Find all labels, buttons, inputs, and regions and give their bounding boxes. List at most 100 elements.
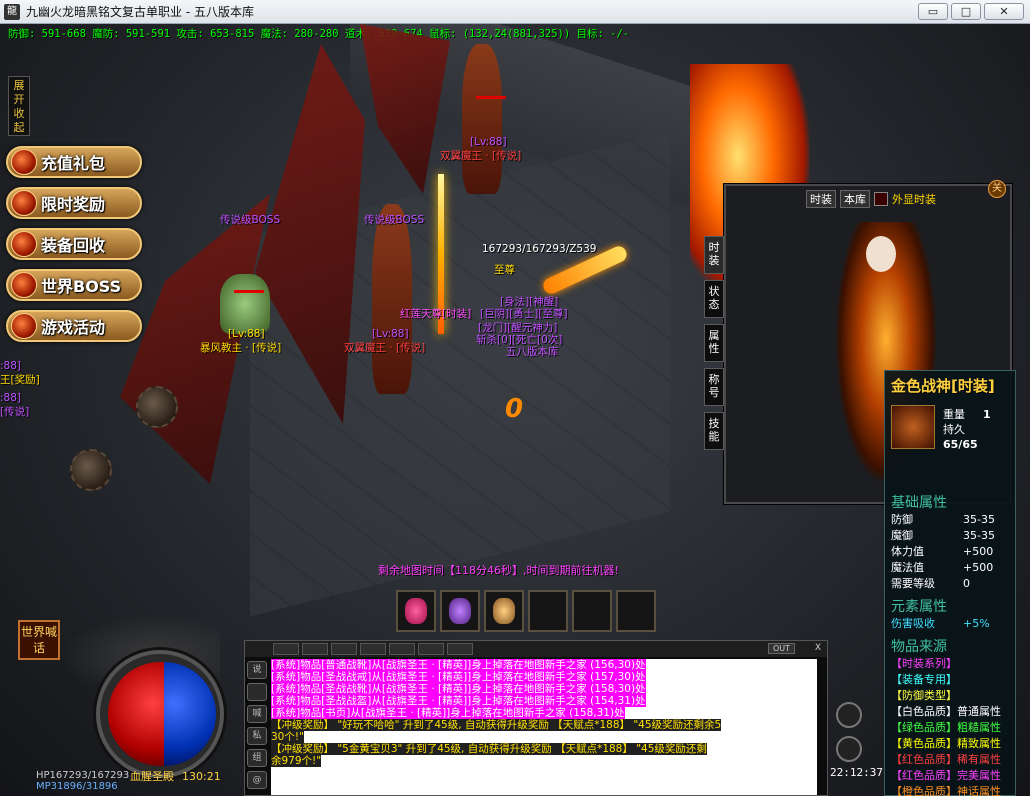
- quick-slot[interactable]: [616, 590, 656, 632]
- channel-at-button[interactable]: @: [247, 771, 267, 789]
- chat-tab[interactable]: [447, 643, 473, 655]
- menu-limited-reward[interactable]: 限时奖励: [6, 187, 142, 219]
- chat-out-button[interactable]: OUT: [767, 643, 795, 654]
- fire-orb-icon: [11, 149, 37, 175]
- channel-group-button[interactable]: 组: [247, 749, 267, 767]
- monster-name: 双翼魔王 · [传说]: [440, 150, 522, 162]
- window-titlebar: 龍 九幽火龙暗黑铭文复古单职业 - 五八版本库 ▭ □ ✕: [0, 0, 1030, 24]
- left-edge-label: :88]: [0, 392, 21, 404]
- boss-label: 传说级BOSS: [364, 214, 425, 226]
- player-tag: 五八版本库: [506, 346, 559, 358]
- close-button[interactable]: ✕: [984, 3, 1024, 20]
- menu-game-activity[interactable]: 游戏活动: [6, 310, 142, 342]
- fire-orb-icon: [11, 190, 37, 216]
- chat-line: 【冲级奖励】 "好玩不哈哈" 升到了45级, 自动获得升级奖励 【天赋点*188…: [271, 719, 817, 731]
- game-clock: 22:12:37: [830, 766, 883, 779]
- chat-line: [系统]物品[圣战战戒]从[战旗圣王 · [精英]]身上掉落在地图新手之家 (1…: [271, 671, 817, 683]
- side-menu-toggle[interactable]: 展开收起: [8, 76, 30, 136]
- fire-orb-icon: [11, 231, 37, 257]
- quick-slot[interactable]: [572, 590, 612, 632]
- storm-leader-monster[interactable]: [220, 274, 270, 334]
- player-title: 至尊: [494, 264, 515, 276]
- durability-label: 持久: [943, 423, 965, 436]
- channel-private-button[interactable]: 私: [247, 727, 267, 745]
- demon-monster[interactable]: [372, 204, 412, 394]
- menu-recharge-gift[interactable]: 充值礼包: [6, 146, 142, 178]
- chat-close-button[interactable]: X: [815, 643, 821, 653]
- mp-orb: [164, 662, 216, 766]
- quick-slot[interactable]: [396, 590, 436, 632]
- tab-skills[interactable]: 技能: [704, 412, 724, 450]
- channel-shout-button[interactable]: 喊: [247, 705, 267, 723]
- demon-wing: [360, 24, 450, 194]
- spike-mine[interactable]: [136, 386, 178, 428]
- fashion-button[interactable]: 时装: [806, 190, 836, 208]
- chat-tab[interactable]: [273, 643, 299, 655]
- helmet-icon[interactable]: [836, 702, 862, 728]
- spike-mine[interactable]: [70, 449, 112, 491]
- hp-mp-readout: HP167293/167293 MP31896/31896: [36, 770, 129, 792]
- panel-close-button[interactable]: 关: [988, 180, 1006, 198]
- chat-message: [系统]物品[书页]从[战旗圣王 · [精英]]身上掉落在地图新手之家 (158…: [271, 707, 625, 719]
- durability-value: 65/65: [943, 438, 978, 451]
- monster-level: [Lv:88]: [228, 328, 265, 340]
- chat-line: 余979个!": [271, 755, 817, 767]
- chat-tab[interactable]: [331, 643, 357, 655]
- chat-message: 余979个!": [271, 755, 322, 767]
- quick-slot[interactable]: [440, 590, 480, 632]
- quick-slot[interactable]: [484, 590, 524, 632]
- chat-log[interactable]: [系统]物品[普通战靴]从[战旗圣王 · [精英]]身上掉落在地图新手之家 (1…: [271, 659, 817, 795]
- monster-name: 双翼魔王 · [传说]: [344, 342, 426, 354]
- chat-message: [系统]物品[圣战战盔]从[战旗圣王 · [精英]]身上掉落在地图新手之家 (1…: [271, 695, 646, 707]
- minimize-button[interactable]: ▭: [918, 3, 948, 20]
- weight-label: 重量: [943, 408, 965, 421]
- demon-monster[interactable]: [462, 44, 502, 194]
- chat-message: 【冲级奖励】 "5金黄宝贝3" 升到了45级, 自动获得升级奖励 【天赋点*18…: [271, 743, 707, 755]
- maximize-button[interactable]: □: [951, 3, 981, 20]
- element-attr-title: 元素属性: [891, 599, 947, 615]
- item-icon: [891, 405, 935, 449]
- chat-tab[interactable]: [360, 643, 386, 655]
- stats-readout: 防御: 591-668 魔防: 591-591 攻击: 653-815 魔法: …: [8, 28, 630, 40]
- chat-panel: OUT X 说 喊 私 组 @ [系统]物品[普通战靴]从[战旗圣王 · [精英…: [244, 640, 828, 796]
- hp-orb: [108, 662, 164, 766]
- left-edge-label: :88]: [0, 360, 21, 372]
- scroll-icon: [493, 598, 515, 624]
- chat-tab[interactable]: [389, 643, 415, 655]
- tab-status[interactable]: 状态: [704, 280, 724, 318]
- chat-line: [系统]物品[圣战战靴]从[战旗圣王 · [精英]]身上掉落在地图新手之家 (1…: [271, 683, 817, 695]
- monster-level: [Lv:88]: [470, 136, 507, 148]
- game-viewport[interactable]: 防御: 591-668 魔防: 591-591 攻击: 653-815 魔法: …: [0, 24, 1030, 796]
- fire-orb-icon: [11, 313, 37, 339]
- tab-fashion[interactable]: 时装: [704, 236, 724, 274]
- show-fashion-checkbox[interactable]: [874, 192, 888, 206]
- chat-message: [系统]物品[普通战靴]从[战旗圣王 · [精英]]身上掉落在地图新手之家 (1…: [271, 659, 646, 671]
- library-button[interactable]: 本库: [840, 190, 870, 208]
- tab-titles[interactable]: 称号: [704, 368, 724, 406]
- chat-tab[interactable]: [418, 643, 444, 655]
- show-fashion-label: 外显时装: [892, 193, 936, 206]
- channel-button[interactable]: [247, 683, 267, 701]
- channel-say-button[interactable]: 说: [247, 661, 267, 679]
- window-title: 九幽火龙暗黑铭文复古单职业 - 五八版本库: [26, 5, 254, 19]
- ring-icon[interactable]: [836, 736, 862, 762]
- map-coordinates: 130:21: [182, 770, 221, 783]
- base-attr-title: 基础属性: [891, 495, 947, 511]
- chat-channel-buttons: 说 喊 私 组 @: [247, 661, 267, 789]
- tab-attributes[interactable]: 属性: [704, 324, 724, 362]
- world-shout-button[interactable]: 世界喊话: [18, 620, 60, 660]
- chat-tab[interactable]: [302, 643, 328, 655]
- hp-mp-orb: [96, 650, 224, 778]
- player-hp-label: 167293/167293/Z539: [482, 243, 597, 255]
- left-menu: 充值礼包 限时奖励 装备回收 世界BOSS 游戏活动: [6, 146, 142, 342]
- boss-label: 传说级BOSS: [220, 214, 281, 226]
- monster-hp-bar: [476, 96, 506, 99]
- quick-slot[interactable]: [528, 590, 568, 632]
- map-time-notice: 剩余地图时间【118分46秒】,时间到期前往机器!: [378, 564, 619, 577]
- monster-level: [Lv:88]: [372, 328, 409, 340]
- menu-equip-recycle[interactable]: 装备回收: [6, 228, 142, 260]
- chat-message: 30个!": [271, 731, 304, 743]
- menu-world-boss[interactable]: 世界BOSS: [6, 269, 142, 301]
- chat-message: [系统]物品[圣战战戒]从[战旗圣王 · [精英]]身上掉落在地图新手之家 (1…: [271, 671, 646, 683]
- character-head: [866, 236, 896, 272]
